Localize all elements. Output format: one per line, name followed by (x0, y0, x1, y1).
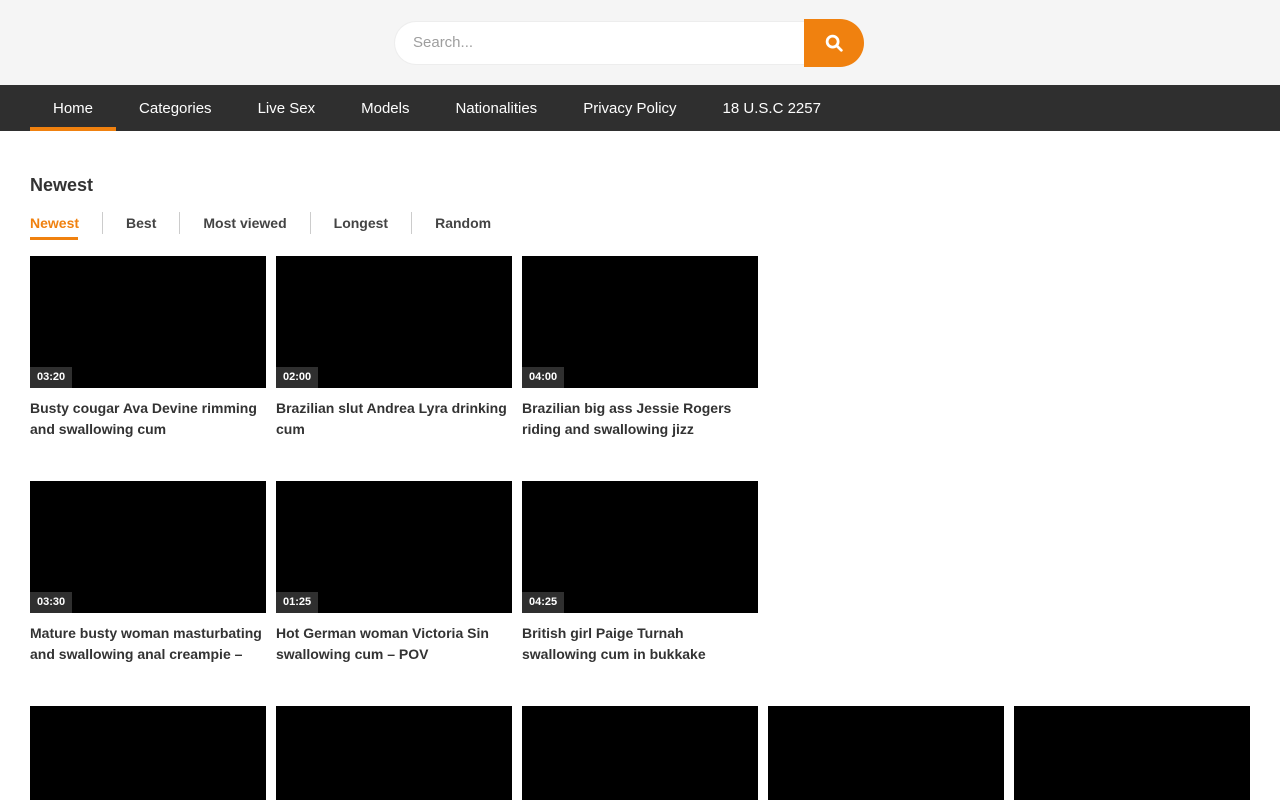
duration-badge: 04:25 (522, 592, 564, 613)
main-nav: Home Categories Live Sex Models National… (0, 85, 1280, 131)
video-card[interactable] (768, 706, 1004, 800)
duration-badge: 02:00 (276, 367, 318, 388)
video-row-3 (30, 706, 1250, 800)
nav-item-18-usc-2257[interactable]: 18 U.S.C 2257 (700, 85, 844, 131)
top-header (0, 0, 1280, 85)
duration-badge: 01:25 (276, 592, 318, 613)
video-card[interactable] (30, 706, 266, 800)
video-thumbnail[interactable] (30, 706, 266, 800)
tab-longest[interactable]: Longest (311, 215, 411, 231)
video-card[interactable]: 01:25 Hot German woman Victoria Sin swal… (276, 481, 512, 675)
nav-item-nationalities[interactable]: Nationalities (432, 85, 560, 131)
video-title[interactable]: Brazilian slut Andrea Lyra drinking cum (276, 398, 512, 450)
video-title[interactable]: Brazilian big ass Jessie Rogers riding a… (522, 398, 758, 450)
video-thumbnail[interactable] (276, 706, 512, 800)
video-card[interactable]: 03:30 Mature busty woman masturbating an… (30, 481, 266, 675)
video-thumbnail[interactable]: 04:25 (522, 481, 758, 613)
sort-tabs: Newest Best Most viewed Longest Random (30, 212, 1250, 234)
nav-item-live-sex[interactable]: Live Sex (235, 85, 339, 131)
video-card[interactable] (522, 706, 758, 800)
search-button[interactable] (804, 19, 864, 67)
video-card[interactable] (276, 706, 512, 800)
video-thumbnail[interactable]: 03:20 (30, 256, 266, 388)
video-title[interactable]: Busty cougar Ava Devine rimming and swal… (30, 398, 266, 450)
video-card[interactable]: 02:00 Brazilian slut Andrea Lyra drinkin… (276, 256, 512, 450)
duration-badge: 03:20 (30, 367, 72, 388)
nav-item-home[interactable]: Home (30, 85, 116, 131)
video-row-2: 03:30 Mature busty woman masturbating an… (30, 481, 1250, 675)
video-card[interactable] (1014, 706, 1250, 800)
video-title[interactable]: Hot German woman Victoria Sin swallowing… (276, 623, 512, 675)
tab-newest[interactable]: Newest (30, 215, 102, 231)
video-title[interactable]: Mature busty woman masturbating and swal… (30, 623, 266, 675)
search-bar (394, 19, 864, 67)
video-card[interactable]: 04:00 Brazilian big ass Jessie Rogers ri… (522, 256, 758, 450)
tab-most-viewed[interactable]: Most viewed (180, 215, 309, 231)
video-row-1: 03:20 Busty cougar Ava Devine rimming an… (30, 256, 1250, 450)
video-thumbnail[interactable]: 02:00 (276, 256, 512, 388)
tab-best[interactable]: Best (103, 215, 179, 231)
nav-item-privacy-policy[interactable]: Privacy Policy (560, 85, 699, 131)
page-title: Newest (30, 175, 1250, 196)
duration-badge: 03:30 (30, 592, 72, 613)
duration-badge: 04:00 (522, 367, 564, 388)
main-content: Newest Newest Best Most viewed Longest R… (0, 175, 1280, 800)
search-input[interactable] (394, 21, 804, 65)
video-card[interactable]: 03:20 Busty cougar Ava Devine rimming an… (30, 256, 266, 450)
video-thumbnail[interactable]: 01:25 (276, 481, 512, 613)
video-thumbnail[interactable]: 03:30 (30, 481, 266, 613)
video-card[interactable]: 04:25 British girl Paige Turnah swallowi… (522, 481, 758, 675)
video-title[interactable]: British girl Paige Turnah swallowing cum… (522, 623, 758, 675)
video-thumbnail[interactable] (1014, 706, 1250, 800)
nav-item-models[interactable]: Models (338, 85, 432, 131)
video-thumbnail[interactable]: 04:00 (522, 256, 758, 388)
video-thumbnail[interactable] (768, 706, 1004, 800)
nav-item-categories[interactable]: Categories (116, 85, 235, 131)
search-icon (823, 32, 845, 54)
video-thumbnail[interactable] (522, 706, 758, 800)
tab-random[interactable]: Random (412, 215, 514, 231)
